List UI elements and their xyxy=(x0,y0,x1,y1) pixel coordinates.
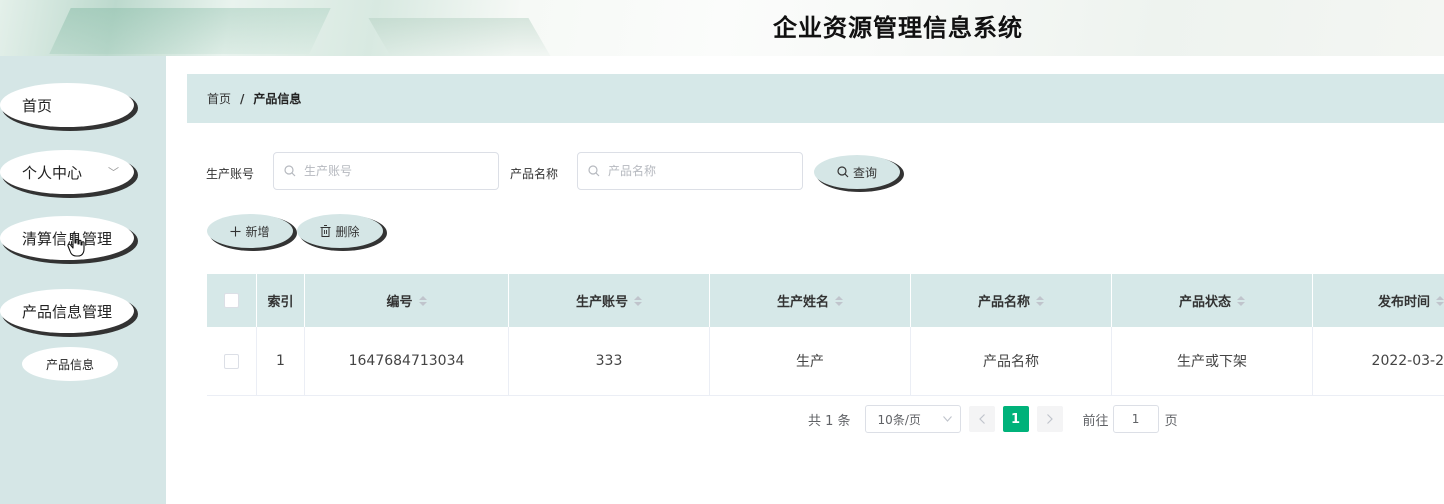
row-checkbox[interactable] xyxy=(224,353,239,369)
plus-icon xyxy=(230,226,241,236)
app-title: 企业资源管理信息系统 xyxy=(773,14,1023,42)
page-size-select[interactable]: 10条/页 xyxy=(864,405,961,433)
chevron-right-icon xyxy=(1046,414,1053,424)
cell-index: 1 xyxy=(257,327,305,395)
column-header-label: 生产账号 xyxy=(575,295,628,310)
cell-status: 生产或下架 xyxy=(1112,327,1313,395)
column-header-product-name[interactable]: 产品名称 xyxy=(911,274,1112,327)
account-search-input[interactable] xyxy=(302,163,486,179)
column-header-label: 编号 xyxy=(386,295,413,310)
search-icon xyxy=(284,165,296,177)
sort-icon[interactable] xyxy=(418,295,427,306)
sidebar-item-label: 首页 xyxy=(22,96,53,115)
query-button-label: 查询 xyxy=(852,165,877,180)
sort-icon[interactable] xyxy=(1036,295,1044,306)
sidebar-subitem-label: 产品信息 xyxy=(45,357,94,372)
cell-producer: 生产 xyxy=(710,327,911,395)
page-number-button[interactable]: 1 xyxy=(1002,406,1029,432)
search-icon xyxy=(837,166,849,178)
cell-product-name: 产品名称 xyxy=(911,327,1112,395)
sidebar-subitem-product-info[interactable]: 产品信息 xyxy=(22,347,118,381)
column-header-label: 产品名称 xyxy=(977,295,1030,310)
account-search-field xyxy=(273,152,499,190)
goto-page-input[interactable] xyxy=(1112,405,1159,433)
pagination-total: 共 1 条 xyxy=(808,413,851,429)
page-size-value: 10条/页 xyxy=(877,412,921,427)
trash-icon xyxy=(320,225,331,237)
column-header-publish-time[interactable]: 发布时间 xyxy=(1313,274,1444,327)
cell-publish-time: 2022-03-2 xyxy=(1371,353,1444,369)
add-button-label: 新增 xyxy=(245,224,270,239)
table-row[interactable]: 1 1647684713034 333 生产 产品名称 生产或下架 2022-0… xyxy=(207,327,1444,396)
add-button[interactable]: 新增 xyxy=(207,214,293,248)
table-header: 索引 编号 生产账号 生产姓名 产品名称 产品状态 发布时间 xyxy=(207,274,1444,327)
chevron-down-icon: ﹀ xyxy=(108,166,120,179)
sidebar-item-label: 个人中心 xyxy=(22,163,83,182)
column-header-account[interactable]: 生产账号 xyxy=(509,274,710,327)
sort-icon[interactable] xyxy=(1237,295,1245,306)
delete-button[interactable]: 删除 xyxy=(297,214,383,248)
select-all-cell xyxy=(207,274,257,327)
cell-account: 333 xyxy=(509,327,710,395)
delete-button-label: 删除 xyxy=(335,224,360,239)
column-header-producer[interactable]: 生产姓名 xyxy=(710,274,911,327)
column-header-code[interactable]: 编号 xyxy=(305,274,509,327)
cell-code: 1647684713034 xyxy=(305,327,509,395)
name-search-field xyxy=(577,152,803,190)
next-page-button[interactable] xyxy=(1036,406,1063,432)
product-table: 索引 编号 生产账号 生产姓名 产品名称 产品状态 发布时间 1 1647684… xyxy=(207,274,1444,396)
name-search-input[interactable] xyxy=(606,163,790,179)
sort-icon[interactable] xyxy=(835,295,843,306)
sidebar-item-product-management[interactable]: 产品信息管理 xyxy=(0,289,134,333)
header-banner: 企业资源管理信息系统 xyxy=(0,0,1444,56)
name-search-label: 产品名称 xyxy=(510,167,559,181)
column-header-label: 索引 xyxy=(267,295,294,310)
sort-icon[interactable] xyxy=(634,295,642,306)
breadcrumb-home[interactable]: 首页 xyxy=(207,90,231,107)
chevron-left-icon xyxy=(978,414,985,424)
column-header-index: 索引 xyxy=(257,274,305,327)
sidebar-item-home[interactable]: 首页 xyxy=(0,83,134,127)
breadcrumb-current: 产品信息 xyxy=(253,92,302,106)
breadcrumb-separator: / xyxy=(240,91,245,106)
row-select-cell xyxy=(207,327,257,395)
chevron-down-icon xyxy=(942,416,952,422)
query-button[interactable]: 查询 xyxy=(814,155,900,189)
hand-cursor-icon xyxy=(67,232,85,257)
column-header-label: 生产姓名 xyxy=(776,295,829,310)
prev-page-button[interactable] xyxy=(968,406,995,432)
search-icon xyxy=(588,165,600,177)
column-header-label: 发布时间 xyxy=(1377,295,1430,310)
breadcrumb: 首页 / 产品信息 xyxy=(187,74,1444,123)
sort-icon[interactable] xyxy=(1436,295,1444,306)
goto-label: 前往 xyxy=(1082,413,1109,429)
column-header-status[interactable]: 产品状态 xyxy=(1112,274,1313,327)
sidebar-item-label: 产品信息管理 xyxy=(22,302,113,321)
column-header-label: 产品状态 xyxy=(1178,295,1231,310)
account-search-label: 生产账号 xyxy=(206,167,255,181)
page-suffix-label: 页 xyxy=(1164,413,1178,429)
select-all-checkbox[interactable] xyxy=(224,293,239,308)
sidebar: 首页 个人中心 ﹀ 清算信息管理 产品信息管理 产品信息 xyxy=(0,56,166,504)
pagination: 共 1 条 10条/页 1 前往 页 xyxy=(808,405,1178,433)
sidebar-item-personal-center[interactable]: 个人中心 ﹀ xyxy=(0,150,134,194)
